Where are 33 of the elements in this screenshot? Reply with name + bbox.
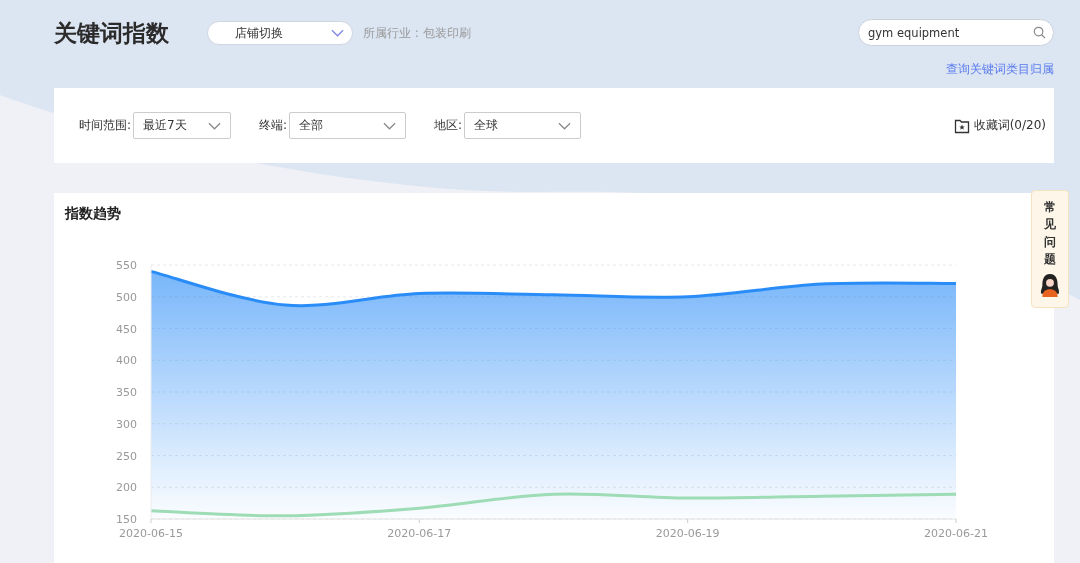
chevron-down-icon [383, 121, 397, 130]
filter-label: 终端: [259, 117, 288, 134]
page-title: 关键词指数 [54, 18, 169, 48]
axis-tick-label: 2020-06-21 [924, 527, 988, 540]
favorites-button[interactable]: 收藏词(0/20) [953, 117, 1046, 134]
axis-tick-label: 400 [116, 354, 137, 368]
chevron-down-icon [208, 121, 222, 130]
axis-tick-label: 300 [116, 417, 137, 431]
filter-label: 地区: [434, 117, 463, 134]
shop-switch-dropdown[interactable]: 店铺切换 [207, 21, 353, 45]
axis-tick-label: 2020-06-19 [655, 527, 720, 540]
filter-label: 时间范围: [79, 117, 132, 134]
axis-tick-label: 150 [116, 513, 137, 526]
axis-tick-label: 250 [116, 449, 137, 463]
chevron-down-icon [331, 29, 344, 37]
search-field[interactable]: gym equipment [858, 19, 1054, 46]
folder-star-icon [953, 117, 970, 134]
axis-tick-label: 550 [116, 259, 137, 272]
filter-dropdown[interactable]: 全部 [289, 112, 407, 139]
axis-tick-label: 200 [116, 481, 137, 495]
axis-tick-label: 500 [116, 290, 137, 304]
industry-label: 所属行业 : 包装印刷 [363, 24, 471, 42]
avatar-icon [1039, 272, 1061, 297]
search-icon [1033, 26, 1046, 39]
axis-tick-label: 350 [116, 386, 137, 399]
axis-tick-label: 450 [116, 322, 137, 336]
filter-dropdown[interactable]: 最近7天 [133, 112, 232, 139]
section-title: 指数趋势 [65, 205, 121, 223]
chevron-down-icon [558, 121, 572, 130]
axis-tick-label: 2020-06-15 [119, 527, 183, 540]
faq-tab[interactable]: 常见问题 [1031, 190, 1069, 308]
filter-dropdown[interactable]: 全球 [464, 112, 582, 139]
axis-tick-label: 2020-06-17 [387, 527, 452, 540]
